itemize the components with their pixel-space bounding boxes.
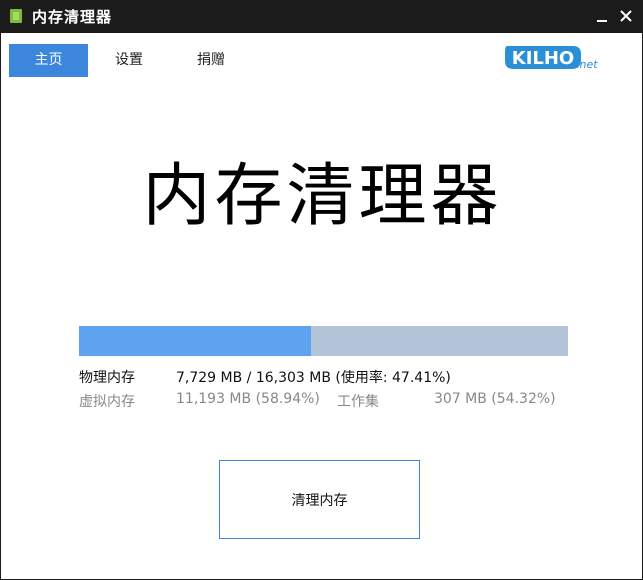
- memory-chip-icon: [8, 9, 24, 23]
- virtual-memory-value: 11,193 MB (58.94%): [176, 391, 320, 407]
- physical-memory-value: 7,729 MB / 16,303 MB (使用率: 47.41%): [176, 370, 451, 386]
- virtual-memory-label: 虚拟内存: [79, 394, 135, 410]
- memory-usage-bar: [79, 326, 568, 356]
- physical-memory-label: 物理内存: [79, 370, 135, 386]
- logo-main-text: KILHO: [512, 48, 574, 69]
- app-heading: 内存清理器: [142, 157, 503, 236]
- close-button[interactable]: [615, 5, 637, 27]
- minimize-button[interactable]: [591, 5, 613, 27]
- tab-home[interactable]: 主页: [9, 44, 88, 77]
- logo-suffix-text: .net: [576, 58, 598, 71]
- minimize-icon: [597, 20, 607, 22]
- tab-settings[interactable]: 设置: [88, 44, 170, 77]
- close-icon: [620, 10, 632, 22]
- title-bar[interactable]: 内存清理器: [1, 0, 643, 33]
- tab-donate[interactable]: 捐赠: [170, 44, 252, 77]
- app-window: 内存清理器 主页 设置 捐赠 KILHO .net 内存清理器 物理内存 7,7…: [0, 0, 643, 580]
- clean-memory-button[interactable]: 清理内存: [219, 460, 420, 539]
- memory-usage-fill: [79, 326, 311, 356]
- window-title: 内存清理器: [32, 8, 113, 26]
- working-set-label: 工作集: [337, 394, 379, 410]
- working-set-value: 307 MB (54.32%): [434, 391, 556, 407]
- kilho-logo: KILHO .net: [505, 46, 598, 71]
